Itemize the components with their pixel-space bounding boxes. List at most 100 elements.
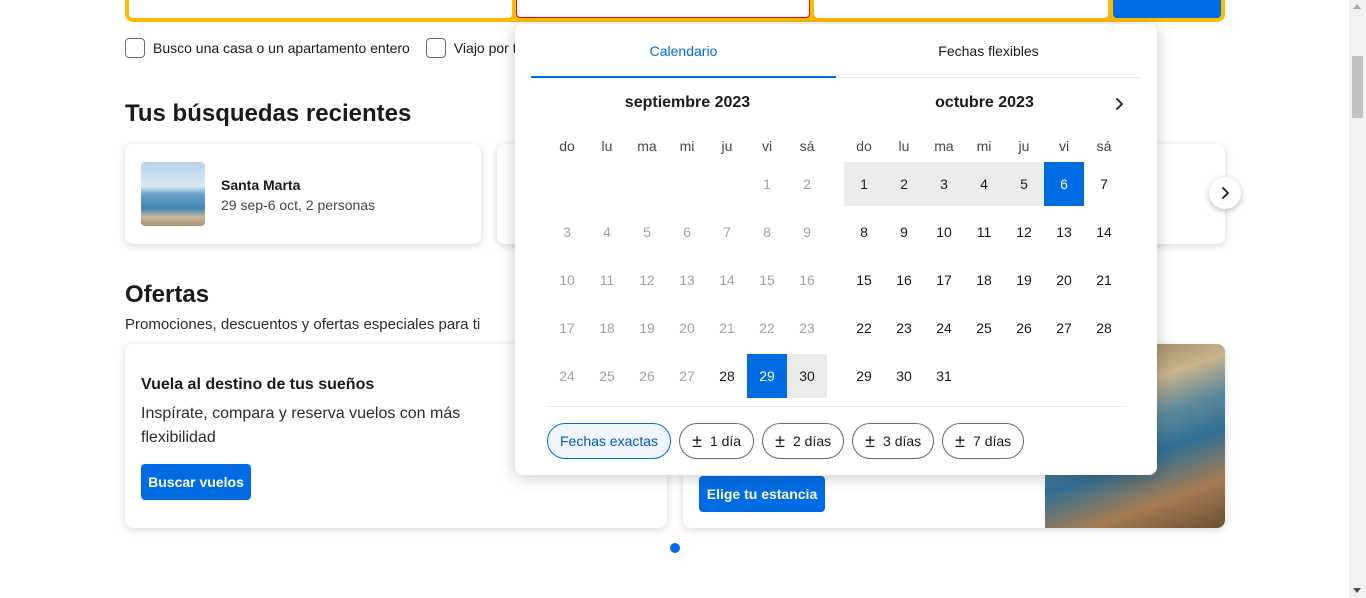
calendar-day[interactable]: 1 (844, 162, 884, 206)
work-travel-label: Viajo por t (453, 40, 517, 56)
weekday-label: sá (799, 138, 815, 154)
destination-field[interactable] (129, 0, 512, 18)
whole-home-option[interactable]: Busco una casa o un apartamento entero (125, 38, 410, 58)
guests-field[interactable] (814, 0, 1108, 18)
destination-thumbnail (141, 162, 205, 226)
calendar-day[interactable]: 28 (707, 354, 747, 398)
flex-chip[interactable]: ±7 días (942, 423, 1025, 459)
calendar-day[interactable]: 19 (1004, 258, 1044, 302)
search-options: Busco una casa o un apartamento entero V… (125, 38, 517, 58)
plus-minus-icon: ± (775, 431, 785, 451)
calendar-day: 10 (559, 272, 575, 288)
calendar-day: 6 (683, 224, 691, 240)
calendar-day[interactable]: 25 (964, 306, 1004, 350)
calendar-day: 19 (639, 320, 655, 336)
month-september: septiembre 2023 do lu ma mi ju vi sá 123… (547, 94, 828, 398)
calendar-day[interactable]: 5 (1004, 162, 1044, 206)
page-scrollbar[interactable] (1349, 0, 1366, 598)
weekday-label: mi (976, 138, 992, 154)
calendar-day[interactable]: 11 (964, 210, 1004, 254)
calendar-day: 24 (559, 368, 575, 384)
flex-chip-label: 3 días (883, 433, 922, 449)
calendar-day[interactable]: 2 (884, 162, 924, 206)
calendar-day[interactable]: 15 (844, 258, 884, 302)
search-flights-button[interactable]: Buscar vuelos (141, 464, 251, 500)
weekday-label: lu (601, 138, 613, 154)
search-button[interactable] (1113, 0, 1221, 18)
calendar-day: 15 (759, 272, 775, 288)
day-blank (587, 162, 627, 206)
flexibility-chips: Fechas exactas ±1 día ±2 días ±3 días ±7 día… (547, 423, 1025, 459)
calendar-day[interactable]: 24 (924, 306, 964, 350)
flex-chip-label: Fechas exactas (560, 433, 659, 449)
work-travel-checkbox[interactable] (425, 38, 446, 58)
calendar-day[interactable]: 23 (884, 306, 924, 350)
calendar-day[interactable]: 7 (1084, 162, 1124, 206)
calendar-day[interactable]: 29 (747, 354, 787, 398)
calendar-day[interactable]: 30 (884, 354, 924, 398)
calendar-day[interactable]: 27 (1044, 306, 1084, 350)
weekday-label: do (856, 138, 872, 154)
weekday-label: vi (761, 138, 773, 154)
calendar-day[interactable]: 26 (1004, 306, 1044, 350)
calendar-day: 3 (563, 224, 571, 240)
scroll-up-icon[interactable] (1353, 4, 1361, 9)
calendar-day: 27 (679, 368, 695, 384)
recent-search-detail: 29 sep-6 oct, 2 personas (221, 197, 376, 213)
offers-subtitle: Promociones, descuentos y ofertas especi… (125, 316, 481, 333)
whole-home-label: Busco una casa o un apartamento entero (153, 40, 410, 56)
calendar-day: 21 (719, 320, 735, 336)
calendar-day[interactable]: 12 (1004, 210, 1044, 254)
work-travel-option[interactable]: Viajo por t (425, 38, 517, 58)
calendar-day: 4 (603, 224, 611, 240)
calendar-day: 17 (559, 320, 575, 336)
calendar-day[interactable]: 9 (884, 210, 924, 254)
scroll-thumb[interactable] (1352, 56, 1363, 118)
calendar-day: 25 (599, 368, 615, 384)
calendar-day[interactable]: 17 (924, 258, 964, 302)
calendar-day[interactable]: 13 (1044, 210, 1084, 254)
calendar-day[interactable]: 3 (924, 162, 964, 206)
calendar-day[interactable]: 18 (964, 258, 1004, 302)
calendar-day[interactable]: 20 (1044, 258, 1084, 302)
calendar-day[interactable]: 22 (844, 306, 884, 350)
plus-minus-icon: ± (692, 431, 702, 451)
chevron-right-icon (1222, 187, 1229, 199)
next-month-button[interactable] (1107, 92, 1131, 116)
flex-chip[interactable]: ±3 días (852, 423, 935, 459)
weekday-header: do lu ma mi ju vi sá (547, 138, 828, 154)
carousel-dot[interactable] (670, 543, 680, 553)
calendar-day[interactable]: 4 (964, 162, 1004, 206)
month-october: octubre 2023 do lu ma mi ju vi sá 123456… (844, 94, 1125, 398)
calendar-day: 8 (763, 224, 771, 240)
calendar-day[interactable]: 16 (884, 258, 924, 302)
calendar-day[interactable]: 10 (924, 210, 964, 254)
chevron-right-icon (1116, 98, 1123, 110)
carousel-next-button[interactable] (1209, 177, 1241, 209)
calendar-day: 1 (763, 176, 771, 192)
dates-field[interactable] (516, 0, 810, 18)
calendar-day[interactable]: 28 (1084, 306, 1124, 350)
calendar-day: 5 (643, 224, 651, 240)
tab-flexible-dates[interactable]: Fechas flexibles (836, 24, 1141, 77)
whole-home-checkbox[interactable] (125, 38, 145, 58)
calendar-day[interactable]: 6 (1044, 162, 1084, 206)
flex-chip[interactable]: ±1 día (679, 423, 755, 459)
day-blank (627, 162, 667, 206)
scroll-down-icon[interactable] (1353, 588, 1361, 593)
choose-stay-button[interactable]: Elige tu estancia (699, 476, 825, 512)
calendar-day[interactable]: 29 (844, 354, 884, 398)
tab-calendar[interactable]: Calendario (531, 24, 836, 78)
divider (547, 406, 1125, 407)
calendar-day[interactable]: 30 (787, 354, 827, 398)
calendar-day[interactable]: 14 (1084, 210, 1124, 254)
calendar-day[interactable]: 21 (1084, 258, 1124, 302)
calendar-day[interactable]: 31 (924, 354, 964, 398)
calendar-day: 9 (803, 224, 811, 240)
calendar-day[interactable]: 8 (844, 210, 884, 254)
recent-search-card[interactable]: Santa Marta 29 sep-6 oct, 2 personas (125, 144, 481, 244)
flex-chip[interactable]: Fechas exactas (547, 423, 672, 459)
calendar-day: 7 (723, 224, 731, 240)
calendar-day: 20 (679, 320, 695, 336)
flex-chip[interactable]: ±2 días (762, 423, 845, 459)
